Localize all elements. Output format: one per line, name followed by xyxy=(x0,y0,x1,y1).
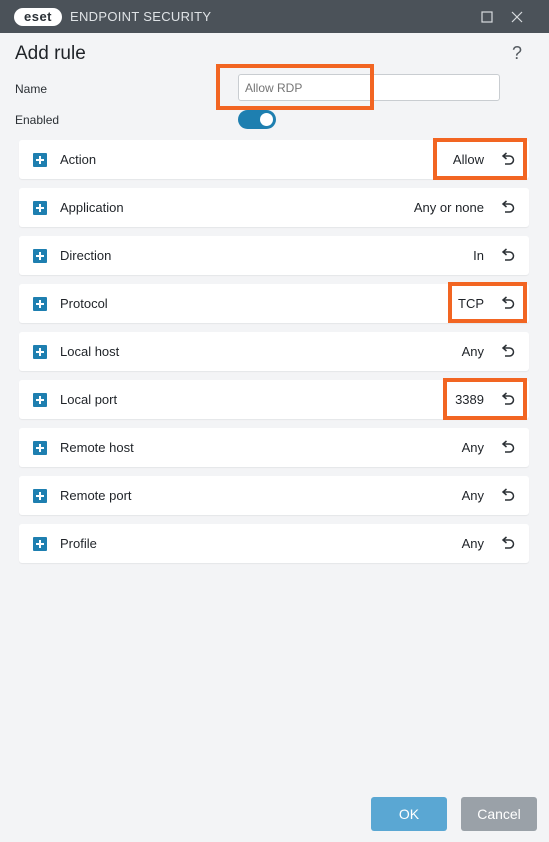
rule-value: Any xyxy=(461,536,484,551)
rule-label: Action xyxy=(60,152,97,167)
reset-icon[interactable] xyxy=(500,199,516,215)
rule-row-direction[interactable]: Direction In xyxy=(19,236,529,275)
expand-plus-icon[interactable] xyxy=(33,153,47,167)
rule-row-local-port[interactable]: Local port 3389 xyxy=(19,380,529,419)
reset-icon[interactable] xyxy=(500,343,516,359)
expand-plus-icon[interactable] xyxy=(33,201,47,215)
name-label: Name xyxy=(15,82,48,96)
rule-label: Application xyxy=(60,200,124,215)
title-bar: eset ENDPOINT SECURITY xyxy=(0,0,549,33)
rule-value: Any xyxy=(461,344,484,359)
rule-row-protocol[interactable]: Protocol TCP xyxy=(19,284,529,323)
app-title: ENDPOINT SECURITY xyxy=(70,9,212,24)
rule-label: Remote host xyxy=(60,440,134,455)
rule-row-profile[interactable]: Profile Any xyxy=(19,524,529,563)
rule-value: Any or none xyxy=(413,200,484,215)
name-input[interactable] xyxy=(238,74,500,101)
rule-value: Allow xyxy=(452,152,484,167)
expand-plus-icon[interactable] xyxy=(33,537,47,551)
help-icon[interactable]: ? xyxy=(512,43,522,64)
toggle-knob xyxy=(260,113,273,126)
rule-value: 3389 xyxy=(455,392,484,407)
expand-plus-icon[interactable] xyxy=(33,249,47,263)
rule-label: Local host xyxy=(60,344,120,359)
reset-icon[interactable] xyxy=(500,391,516,407)
eset-logo: eset xyxy=(14,8,62,26)
expand-plus-icon[interactable] xyxy=(33,297,47,311)
rule-row-action[interactable]: Action Allow xyxy=(19,140,529,179)
reset-icon[interactable] xyxy=(500,487,516,503)
dialog-title: Add rule xyxy=(15,43,86,64)
rule-label: Protocol xyxy=(60,296,108,311)
rule-row-remote-port[interactable]: Remote port Any xyxy=(19,476,529,515)
rule-value: Any xyxy=(461,488,484,503)
enabled-label: Enabled xyxy=(15,113,60,127)
rule-row-local-host[interactable]: Local host Any xyxy=(19,332,529,371)
rule-label: Remote port xyxy=(60,488,132,503)
enabled-toggle[interactable] xyxy=(238,110,276,129)
rule-row-application[interactable]: Application Any or none xyxy=(19,188,529,227)
expand-plus-icon[interactable] xyxy=(33,441,47,455)
rule-value: In xyxy=(473,248,484,263)
maximize-icon xyxy=(481,11,493,23)
cancel-button[interactable]: Cancel xyxy=(461,797,537,831)
close-icon xyxy=(511,11,523,23)
reset-icon[interactable] xyxy=(500,247,516,263)
maximize-button[interactable] xyxy=(476,6,498,28)
rule-label: Local port xyxy=(60,392,118,407)
rule-value: TCP xyxy=(458,296,484,311)
reset-icon[interactable] xyxy=(500,439,516,455)
close-button[interactable] xyxy=(506,6,528,28)
expand-plus-icon[interactable] xyxy=(33,393,47,407)
rule-value: Any xyxy=(461,440,484,455)
expand-plus-icon[interactable] xyxy=(33,489,47,503)
rule-row-remote-host[interactable]: Remote host Any xyxy=(19,428,529,467)
expand-plus-icon[interactable] xyxy=(33,345,47,359)
reset-icon[interactable] xyxy=(500,535,516,551)
reset-icon[interactable] xyxy=(500,151,516,167)
rule-label: Profile xyxy=(60,536,97,551)
ok-button[interactable]: OK xyxy=(371,797,447,831)
rule-label: Direction xyxy=(60,248,112,263)
reset-icon[interactable] xyxy=(500,295,516,311)
